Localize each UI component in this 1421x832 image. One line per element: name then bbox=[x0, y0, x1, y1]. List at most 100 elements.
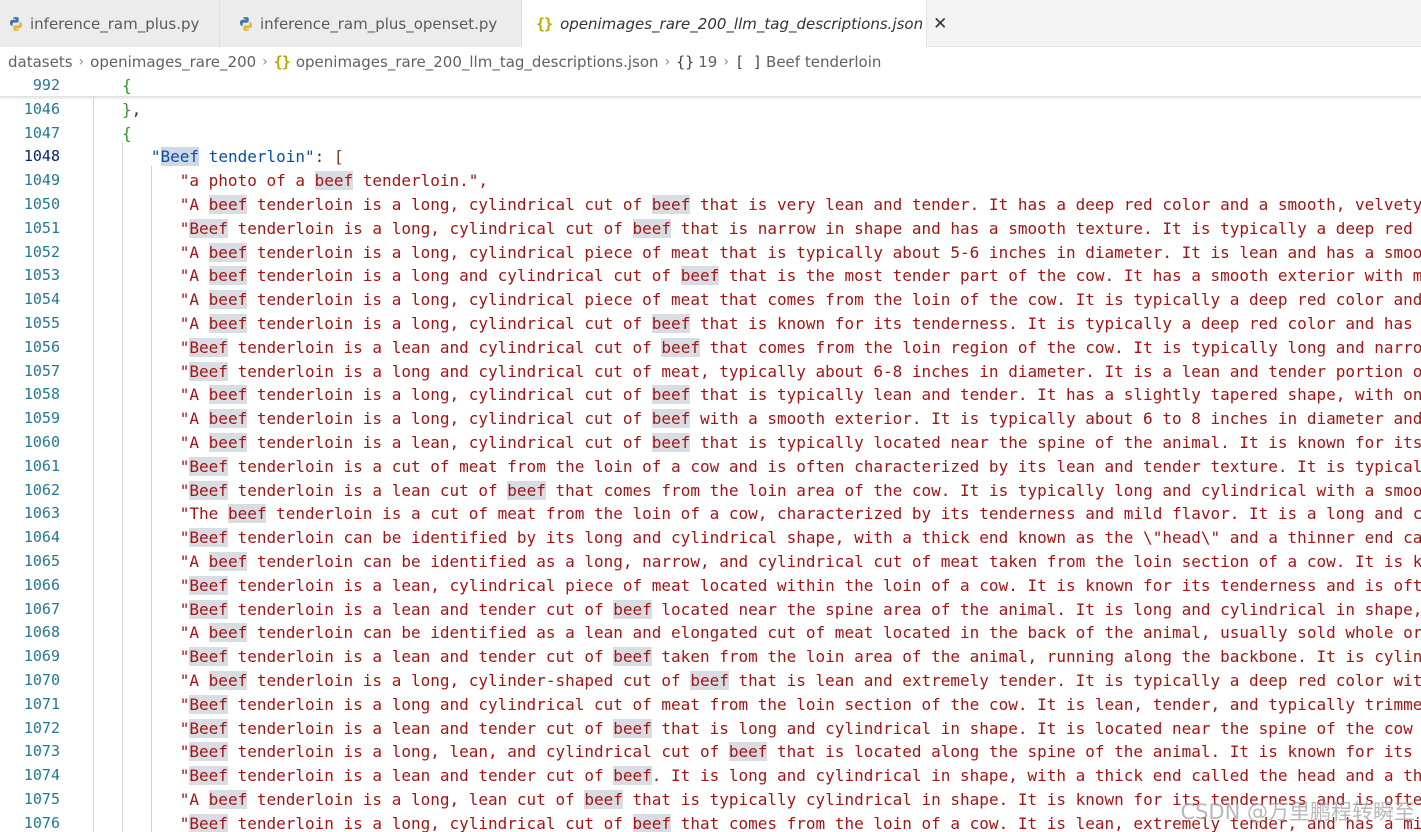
code-text: "Beef tenderloin is a long and cylindric… bbox=[179, 694, 1421, 714]
python-icon bbox=[8, 16, 24, 32]
line-number: 1064 bbox=[23, 528, 60, 547]
code-text: "A beef tenderloin is a long, cylinder-s… bbox=[179, 671, 1421, 690]
line-number: 1076 bbox=[23, 813, 60, 832]
code-text: "A beef tenderloin is a long, cylindrica… bbox=[179, 409, 1421, 429]
line-number: 1059 bbox=[23, 409, 60, 428]
code-text: "A beef tenderloin is a long and cylindr… bbox=[179, 266, 1421, 286]
line-number: 1051 bbox=[23, 218, 60, 237]
code-line[interactable]: 1050 "A beef tenderloin is a long, cylind… bbox=[0, 193, 1421, 217]
breadcrumb-subfolder[interactable]: openimages_rare_200 bbox=[90, 53, 256, 71]
indent-guide bbox=[93, 96, 94, 832]
code-text: "The beef tenderloin is a cut of meat fr… bbox=[179, 504, 1421, 524]
breadcrumb-folder[interactable]: datasets bbox=[8, 53, 73, 71]
line-number: 1070 bbox=[23, 671, 60, 689]
line-number: 1067 bbox=[23, 599, 60, 618]
code-line[interactable]: 1059 "A beef tenderloin is a long, cylind… bbox=[0, 407, 1421, 431]
code-text: "a photo of a beef tenderloin.", bbox=[179, 171, 489, 191]
line-number: 1060 bbox=[23, 433, 60, 451]
code-line[interactable]: 1064 "Beef tenderloin can be identified b… bbox=[0, 526, 1421, 550]
line-number: 1046 bbox=[23, 99, 60, 118]
code-line[interactable]: 1058 "A beef tenderloin is a long, cylind… bbox=[0, 383, 1421, 407]
line-number: 992 bbox=[32, 76, 60, 94]
array-icon: [ ] bbox=[734, 53, 763, 71]
editor-window: inference_ram_plus.py inference_ram_plus… bbox=[0, 0, 1421, 832]
line-number: 1065 bbox=[23, 552, 60, 570]
code-line[interactable]: 1068 "A beef tenderloin can be identified… bbox=[0, 621, 1421, 645]
chevron-right-icon: › bbox=[78, 54, 85, 70]
tab-openimages-json[interactable]: {} openimages_rare_200_llm_tag_descripti… bbox=[522, 0, 947, 47]
line-number: 1054 bbox=[23, 290, 60, 309]
sticky-scroll-shadow bbox=[0, 96, 1421, 100]
line-number: 1057 bbox=[23, 361, 60, 380]
line-number: 1069 bbox=[23, 647, 60, 666]
indent-guide bbox=[122, 142, 123, 832]
code-text: "Beef tenderloin is a cut of meat from t… bbox=[179, 456, 1421, 476]
code-text: { bbox=[122, 123, 132, 143]
watermark: CSDN @万里鹏程转瞬至 bbox=[1180, 800, 1415, 824]
line-number: 1058 bbox=[23, 385, 60, 404]
code-text: "Beef tenderloin is a long and cylindric… bbox=[179, 361, 1421, 381]
code-text: "Beef tenderloin can be identified by it… bbox=[179, 528, 1421, 548]
code-text: "A beef tenderloin can be identified as … bbox=[179, 623, 1421, 643]
code-line[interactable]: 1061 "Beef tenderloin is a cut of meat fr… bbox=[0, 455, 1421, 479]
line-number: 1063 bbox=[23, 504, 60, 523]
code-line[interactable]: 1069 "Beef tenderloin is a lean and tende… bbox=[0, 645, 1421, 669]
code-text: "A beef tenderloin is a long, cylindrica… bbox=[179, 242, 1421, 262]
tab-inference-ram-plus-openset[interactable]: inference_ram_plus_openset.py bbox=[220, 0, 522, 47]
code-line[interactable]: 1049 "a photo of a beef tenderloin.", bbox=[0, 169, 1421, 193]
code-line[interactable]: 1052 "A beef tenderloin is a long, cylind… bbox=[0, 241, 1421, 265]
code-line[interactable]: 1053 "A beef tenderloin is a long and cyl… bbox=[0, 264, 1421, 288]
chevron-right-icon: › bbox=[664, 54, 671, 70]
line-number: 1062 bbox=[23, 480, 60, 499]
code-line[interactable]: 1066 "Beef tenderloin is a lean, cylindri… bbox=[0, 574, 1421, 598]
indent-guide bbox=[151, 166, 152, 832]
code-text: "Beef tenderloin is a long, cylindrical … bbox=[179, 218, 1413, 238]
code-text: "A beef tenderloin is a long, cylindrica… bbox=[179, 195, 1421, 214]
code-line[interactable]: 1057 "Beef tenderloin is a long and cylin… bbox=[0, 360, 1421, 384]
code-line[interactable]: 1056 "Beef tenderloin is a lean and cylin… bbox=[0, 336, 1421, 360]
code-text: "Beef tenderloin is a long, lean, and cy… bbox=[179, 742, 1413, 762]
breadcrumb-file[interactable]: openimages_rare_200_llm_tag_descriptions… bbox=[296, 53, 659, 71]
code-line[interactable]: 1060 "A beef tenderloin is a lean, cylind… bbox=[0, 431, 1421, 455]
code-line[interactable]: 1067 "Beef tenderloin is a lean and tende… bbox=[0, 598, 1421, 622]
code-line[interactable]: 1054 "A beef tenderloin is a long, cylind… bbox=[0, 288, 1421, 312]
line-number: 1074 bbox=[23, 766, 60, 785]
line-number: 1055 bbox=[23, 314, 60, 332]
code-line[interactable]: 992 { bbox=[0, 74, 1421, 98]
code-line[interactable]: 1047 { bbox=[0, 122, 1421, 146]
code-editor[interactable]: 992{1046}, 1047{1048 "Beef tenderloin": [1… bbox=[0, 74, 1421, 832]
breadcrumb: datasets › openimages_rare_200 › {} open… bbox=[0, 47, 1421, 77]
line-number: 1050 bbox=[23, 195, 60, 213]
code-text: "A beef tenderloin is a long, cylindrica… bbox=[179, 314, 1413, 333]
code-line[interactable]: 1073 "Beef tenderloin is a long, lean, an… bbox=[0, 740, 1421, 764]
code-line[interactable]: 1072 "Beef tenderloin is a lean and tende… bbox=[0, 717, 1421, 741]
code-text: "Beef tenderloin": [ bbox=[150, 147, 344, 167]
code-line[interactable]: 1051 "Beef tenderloin is a long, cylindri… bbox=[0, 217, 1421, 241]
code-line[interactable]: 1046}, bbox=[0, 98, 1421, 122]
breadcrumb-object[interactable]: 19 bbox=[698, 53, 717, 71]
code-text: "Beef tenderloin is a lean and cylindric… bbox=[179, 337, 1421, 357]
tab-inference-ram-plus[interactable]: inference_ram_plus.py bbox=[0, 0, 220, 47]
code-line[interactable]: 1071 "Beef tenderloin is a long and cylin… bbox=[0, 693, 1421, 717]
line-number: 1073 bbox=[23, 742, 60, 761]
tab-label: inference_ram_plus.py bbox=[30, 14, 200, 33]
code-line[interactable]: 1070 "A beef tenderloin is a long, cylind… bbox=[0, 669, 1421, 693]
code-line[interactable]: 1065 "A beef tenderloin can be identified… bbox=[0, 550, 1421, 574]
line-number: 1052 bbox=[23, 242, 60, 261]
code-line[interactable]: 1055 "A beef tenderloin is a long, cylind… bbox=[0, 312, 1421, 336]
line-number: 1061 bbox=[23, 456, 60, 475]
json-icon: {} bbox=[273, 53, 291, 71]
object-icon: {} bbox=[676, 53, 695, 71]
code-text: "A beef tenderloin can be identified as … bbox=[179, 552, 1421, 571]
breadcrumb-array-key[interactable]: Beef tenderloin bbox=[766, 53, 881, 71]
line-number: 1068 bbox=[23, 623, 60, 642]
code-line[interactable]: 1074 "Beef tenderloin is a lean and tende… bbox=[0, 764, 1421, 788]
line-number: 1048 bbox=[23, 147, 60, 166]
code-line[interactable]: 1062 "Beef tenderloin is a lean cut of be… bbox=[0, 479, 1421, 503]
code-line[interactable]: 1063 "The beef tenderloin is a cut of mea… bbox=[0, 502, 1421, 526]
python-icon bbox=[238, 16, 254, 32]
code-line[interactable]: 1048 "Beef tenderloin": [ bbox=[0, 145, 1421, 169]
close-icon[interactable]: ✕ bbox=[933, 14, 947, 34]
code-text: "Beef tenderloin is a lean and tender cu… bbox=[179, 766, 1421, 786]
line-number: 1056 bbox=[23, 337, 60, 356]
